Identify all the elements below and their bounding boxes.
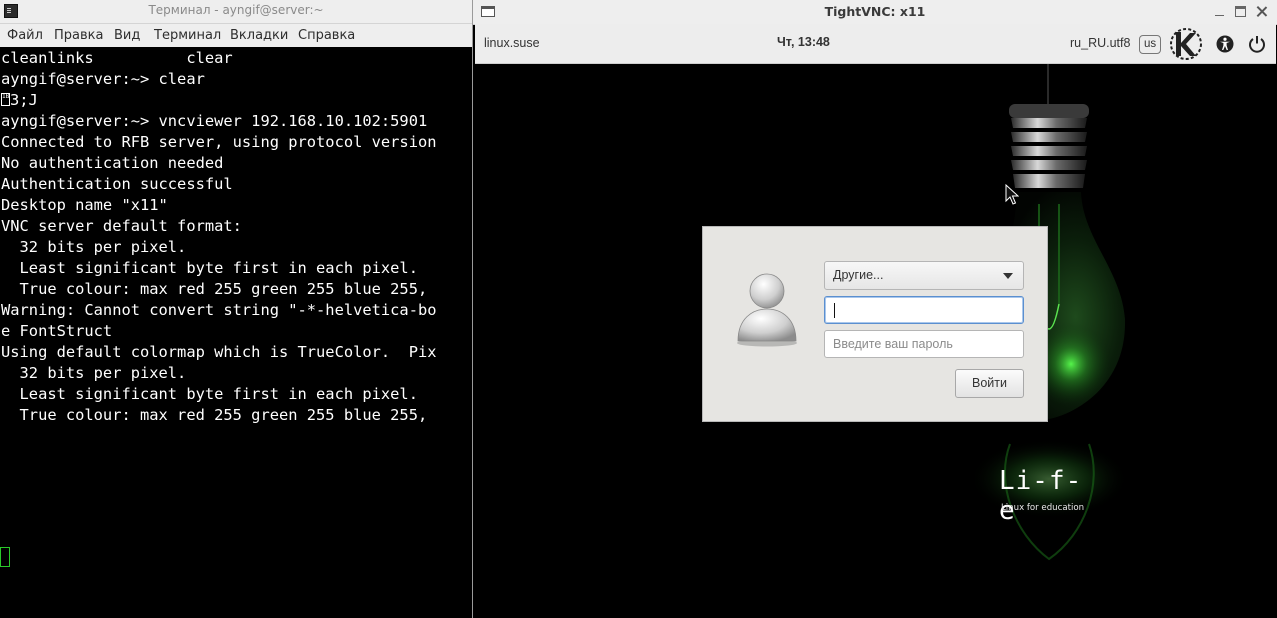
brand-title: Li-f-e bbox=[999, 466, 1083, 526]
terminal-cursor bbox=[0, 547, 10, 567]
terminal-window: Терминал - ayngif@server:~ Файл Правка В… bbox=[0, 0, 472, 618]
terminal-line: VNC server default format: bbox=[1, 217, 242, 235]
terminal-line: Connected to RFB server, using protocol … bbox=[1, 133, 437, 151]
terminal-line: 32 bits per pixel. bbox=[1, 238, 187, 256]
terminal-line: ayngif@server:~> clear bbox=[1, 70, 205, 88]
menu-view[interactable]: Вид bbox=[114, 28, 140, 43]
clock: Чт, 13:48 bbox=[777, 35, 830, 49]
login-top-panel: linux.suse Чт, 13:48 ru_RU.utf8 us bbox=[475, 24, 1276, 64]
terminal-line: Least significant byte first in each pix… bbox=[1, 259, 418, 277]
user-avatar-icon bbox=[737, 273, 797, 347]
terminal-line: No authentication needed bbox=[1, 154, 224, 172]
terminal-line-text: 3;J bbox=[10, 91, 38, 109]
terminal-line: Desktop name "x11" bbox=[1, 196, 168, 214]
terminal-output[interactable]: cleanlinks clear ayngif@server:~> clear … bbox=[0, 47, 472, 618]
user-select-dropdown[interactable]: Другие... bbox=[824, 261, 1024, 290]
vnc-titlebar[interactable]: TightVNC: x11 bbox=[473, 0, 1277, 25]
kde-logo-icon[interactable] bbox=[1169, 27, 1203, 61]
menu-file[interactable]: Файл bbox=[7, 28, 43, 43]
power-icon[interactable] bbox=[1248, 35, 1266, 53]
terminal-line: Using default colormap which is TrueColo… bbox=[1, 343, 437, 361]
locale-selector[interactable]: ru_RU.utf8 bbox=[1070, 36, 1130, 50]
chevron-down-icon bbox=[1003, 273, 1013, 279]
terminal-line: cleanlinks clear bbox=[1, 49, 233, 67]
menu-tabs[interactable]: Вкладки bbox=[230, 28, 288, 43]
hostname-label: linux.suse bbox=[484, 36, 540, 50]
login-button[interactable]: Войти bbox=[955, 369, 1024, 398]
terminal-line: True colour: max red 255 green 255 blue … bbox=[1, 406, 428, 424]
minimize-icon[interactable] bbox=[1214, 6, 1225, 17]
accessibility-icon[interactable] bbox=[1216, 35, 1234, 53]
menu-help[interactable]: Справка bbox=[298, 28, 355, 43]
escape-char-glyph: 1B bbox=[1, 93, 10, 106]
terminal-line: ayngif@server:~> vncviewer 192.168.10.10… bbox=[1, 112, 428, 130]
login-dialog: Другие... Введите ваш пароль Войти bbox=[702, 226, 1048, 422]
close-icon[interactable] bbox=[1256, 6, 1267, 17]
terminal-line: Least significant byte first in each pix… bbox=[1, 385, 418, 403]
vnc-window: TightVNC: x11 linux.suse Чт, 13:48 ru_RU… bbox=[472, 0, 1277, 618]
terminal-line: Authentication successful bbox=[1, 175, 233, 193]
password-field[interactable]: Введите ваш пароль bbox=[824, 330, 1024, 358]
terminal-titlebar[interactable]: Терминал - ayngif@server:~ bbox=[0, 0, 472, 24]
terminal-line: 1B3;J bbox=[1, 90, 38, 111]
menu-edit[interactable]: Правка bbox=[54, 28, 103, 43]
password-placeholder: Введите ваш пароль bbox=[833, 337, 953, 351]
vnc-window-title: TightVNC: x11 bbox=[824, 4, 926, 19]
terminal-window-title: Терминал - ayngif@server:~ bbox=[148, 3, 324, 17]
menu-terminal[interactable]: Терминал bbox=[154, 28, 221, 43]
terminal-line: True colour: max red 255 green 255 blue … bbox=[1, 280, 428, 298]
username-field[interactable] bbox=[824, 296, 1024, 324]
terminal-line: e FontStruct bbox=[1, 322, 113, 340]
keyboard-layout-button[interactable]: us bbox=[1139, 35, 1162, 54]
text-cursor bbox=[834, 303, 835, 318]
mouse-pointer-icon bbox=[1005, 184, 1019, 205]
terminal-line: 32 bits per pixel. bbox=[1, 364, 187, 382]
user-select-label: Другие... bbox=[833, 268, 884, 282]
terminal-menubar: Файл Правка Вид Терминал Вкладки Справка bbox=[0, 24, 472, 47]
remote-desktop[interactable]: linux.suse Чт, 13:48 ru_RU.utf8 us Li-f-… bbox=[475, 24, 1276, 618]
brand-subtitle: Linux for education bbox=[1001, 503, 1085, 513]
maximize-icon[interactable] bbox=[1235, 6, 1246, 17]
terminal-line: Warning: Cannot convert string "-*-helve… bbox=[1, 301, 437, 319]
